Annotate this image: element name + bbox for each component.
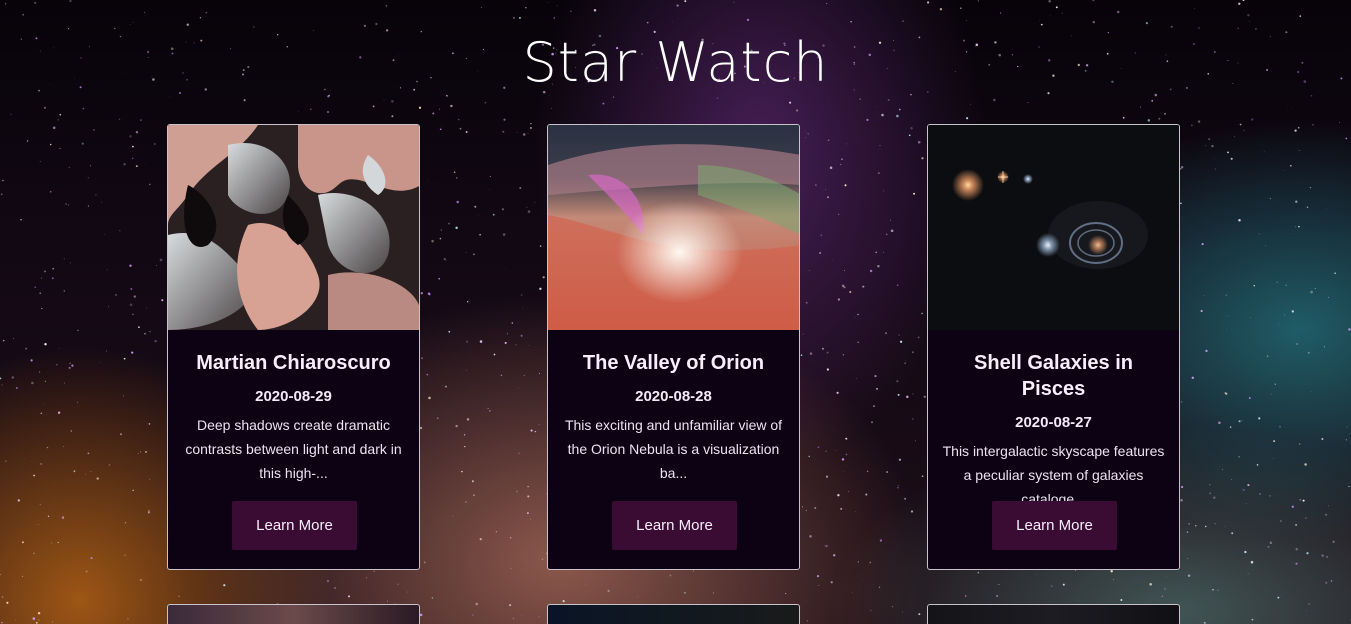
- apod-card-partial[interactable]: [547, 604, 800, 624]
- page-title: Star Watch: [522, 31, 829, 94]
- card-image-shell-galaxies[interactable]: [928, 125, 1180, 330]
- apod-card-partial[interactable]: [927, 604, 1180, 624]
- card-title: Shell Galaxies in Pisces: [974, 352, 1133, 400]
- learn-more-button[interactable]: Learn More: [232, 501, 357, 550]
- card-image-martian-dunes[interactable]: [168, 125, 420, 330]
- card-description: This exciting and unfamiliar view of the…: [564, 417, 783, 481]
- apod-card: The Valley of Orion 2020-08-28 This exci…: [547, 124, 800, 570]
- apod-card: Martian Chiaroscuro 2020-08-29 Deep shad…: [167, 124, 420, 570]
- learn-more-button[interactable]: Learn More: [612, 501, 737, 550]
- card-date: 2020-08-28: [635, 388, 712, 405]
- card-image-orion-nebula[interactable]: [548, 125, 800, 330]
- card-date: 2020-08-27: [1015, 414, 1092, 431]
- card-title: Martian Chiaroscuro: [196, 352, 391, 374]
- apod-card: Shell Galaxies in Pisces 2020-08-27 This…: [927, 124, 1180, 570]
- card-description: Deep shadows create dramatic contrasts b…: [185, 417, 402, 481]
- card-date: 2020-08-29: [255, 388, 332, 405]
- card-title: The Valley of Orion: [582, 352, 765, 374]
- learn-more-button[interactable]: Learn More: [992, 501, 1117, 550]
- apod-card-partial[interactable]: [167, 604, 420, 624]
